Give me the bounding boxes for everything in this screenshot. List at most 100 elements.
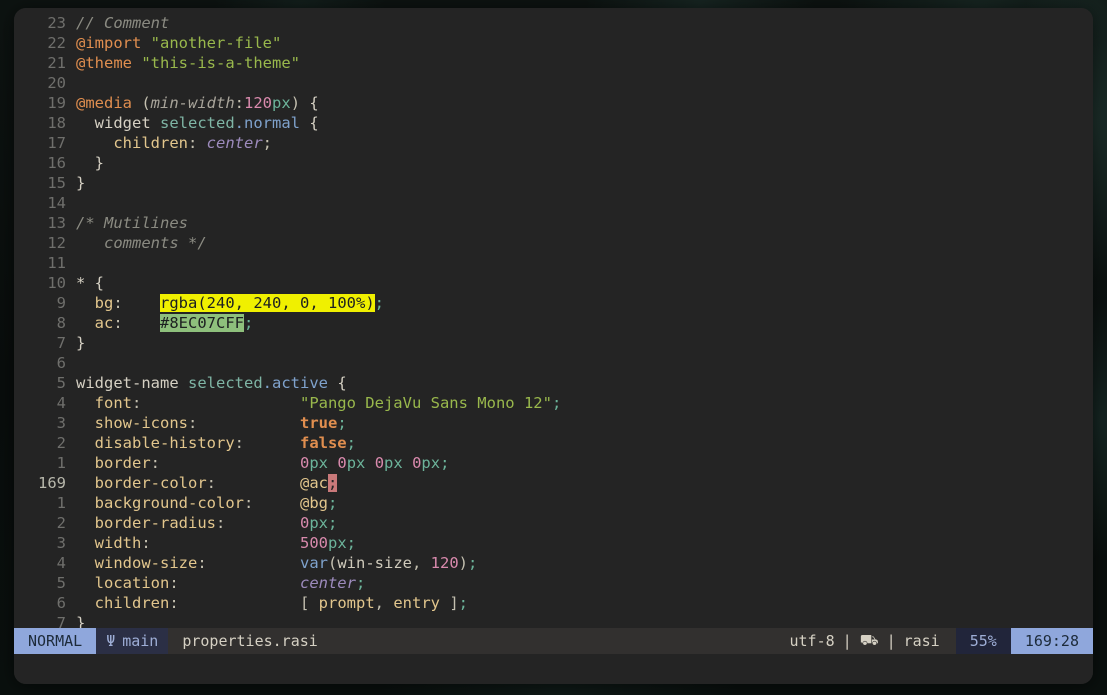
code-token: : <box>150 454 300 472</box>
code-token: } <box>76 174 86 192</box>
code-line[interactable]: 12 comments */ <box>14 233 1093 253</box>
line-number: 5 <box>56 374 66 392</box>
code-token: @ac <box>299 474 328 492</box>
code-token: : <box>113 294 161 312</box>
code-token: { <box>337 374 347 392</box>
code-token: px <box>346 454 366 472</box>
code-token: children <box>113 134 188 152</box>
code-line[interactable]: 22 @import "another-file" <box>14 33 1093 53</box>
code-token: 120 <box>244 94 273 112</box>
code-token: ; <box>551 394 562 412</box>
code-line[interactable]: 3 width: 500px; <box>14 533 1093 553</box>
code-line[interactable]: 20 <box>14 73 1093 93</box>
terminal-bottom-padding <box>14 654 1093 684</box>
code-line[interactable]: 1 background-color: @bg; <box>14 493 1093 513</box>
code-line[interactable]: 11 <box>14 253 1093 273</box>
code-token: } <box>76 154 104 172</box>
code-line[interactable]: 17 children: center; <box>14 133 1093 153</box>
code-token: ; <box>440 454 450 472</box>
code-token: bg <box>94 294 114 312</box>
code-token: @bg <box>299 494 328 512</box>
code-line[interactable]: 5 widget-name selected.active { <box>14 373 1093 393</box>
code-token: ; <box>337 414 347 432</box>
code-token: px <box>272 94 291 112</box>
code-line[interactable]: 23 // Comment <box>14 13 1093 33</box>
code-token: font <box>94 394 132 412</box>
code-token: : <box>169 594 300 612</box>
code-line[interactable]: 7} <box>14 333 1093 353</box>
code-token: ; <box>355 574 366 592</box>
line-number: 12 <box>47 234 66 252</box>
line-number: 3 <box>56 414 66 432</box>
code-token: children <box>94 594 170 612</box>
code-line[interactable]: 4 font: "Pango DejaVu Sans Mono 12"; <box>14 393 1093 413</box>
code-token: , <box>411 554 431 572</box>
code-line[interactable]: 15} <box>14 173 1093 193</box>
line-number: 2 <box>56 514 66 532</box>
code-line[interactable]: 21 @theme "this-is-a-theme" <box>14 53 1093 73</box>
code-line[interactable]: 18 widget selected.normal { <box>14 113 1093 133</box>
code-token: ; <box>374 294 384 312</box>
code-token: : <box>187 134 207 152</box>
code-token: ; <box>346 434 356 452</box>
code-token: false <box>299 434 347 452</box>
code-token: ac <box>94 314 114 332</box>
code-token: border-radius <box>94 514 216 532</box>
code-line[interactable]: 9 bg: rgba(240, 240, 0, 100%); <box>14 293 1093 313</box>
code-line[interactable]: 13 /* Mutilines <box>14 213 1093 233</box>
code-token: win-size <box>337 554 412 572</box>
line-number: 2 <box>56 434 66 452</box>
code-token: : <box>197 554 300 572</box>
code-token: ] <box>440 594 459 612</box>
code-token: // Comment <box>76 14 170 32</box>
code-token: width <box>94 534 142 552</box>
code-line[interactable]: 14 <box>14 193 1093 213</box>
code-token: window-size <box>94 554 198 572</box>
code-token: * <box>76 274 95 292</box>
code-line[interactable]: 6 children: [ prompt, entry ]; <box>14 593 1093 613</box>
code-token: comments */ <box>76 234 207 252</box>
code-token: : <box>206 474 300 492</box>
code-token: ; <box>327 474 338 492</box>
code-line[interactable]: 10 * { <box>14 273 1093 293</box>
code-token: show-icons <box>94 414 188 432</box>
code-line[interactable]: 2 disable-history: false; <box>14 433 1093 453</box>
code-line[interactable]: 19 @media (min-width:120px) { <box>14 93 1093 113</box>
code-token: 120 <box>430 554 459 572</box>
code-token: border-color <box>94 474 207 492</box>
status-file-info: utf-8 | ⛟ | rasi <box>779 628 956 654</box>
code-token: { <box>94 274 105 292</box>
code-line[interactable]: 3 show-icons: true; <box>14 413 1093 433</box>
code-line[interactable]: 169 border-color: @ac; <box>14 473 1093 493</box>
code-token: selected <box>188 374 263 392</box>
status-git-branch[interactable]: Ψ main <box>96 628 169 654</box>
code-editor-pane[interactable]: 23// Comment 22 @import "another-file" 21 @t… <box>14 8 1093 654</box>
code-line[interactable]: 4 window-size: var(win-size, 120); <box>14 553 1093 573</box>
code-line[interactable]: 8 ac: #8EC07CFF; <box>14 313 1093 333</box>
code-token: 0 <box>412 454 422 472</box>
code-line[interactable]: 5 location: center; <box>14 573 1093 593</box>
code-line[interactable]: 16 } <box>14 153 1093 173</box>
code-token: px <box>309 514 329 532</box>
code-token: : <box>132 394 300 412</box>
code-token: : <box>216 514 300 532</box>
code-token: 0 <box>374 454 385 472</box>
code-line[interactable]: 2 border-radius: 0px; <box>14 513 1093 533</box>
line-number: 15 <box>47 174 66 192</box>
code-line[interactable]: 6 <box>14 353 1093 373</box>
line-number: 19 <box>47 94 66 112</box>
code-token: { <box>309 114 319 132</box>
code-line[interactable]: 1 border: 0px 0px 0px 0px; <box>14 453 1093 473</box>
code-token: , <box>374 594 394 612</box>
code-token: 0 <box>337 454 347 472</box>
status-separator-2: | <box>886 632 896 650</box>
